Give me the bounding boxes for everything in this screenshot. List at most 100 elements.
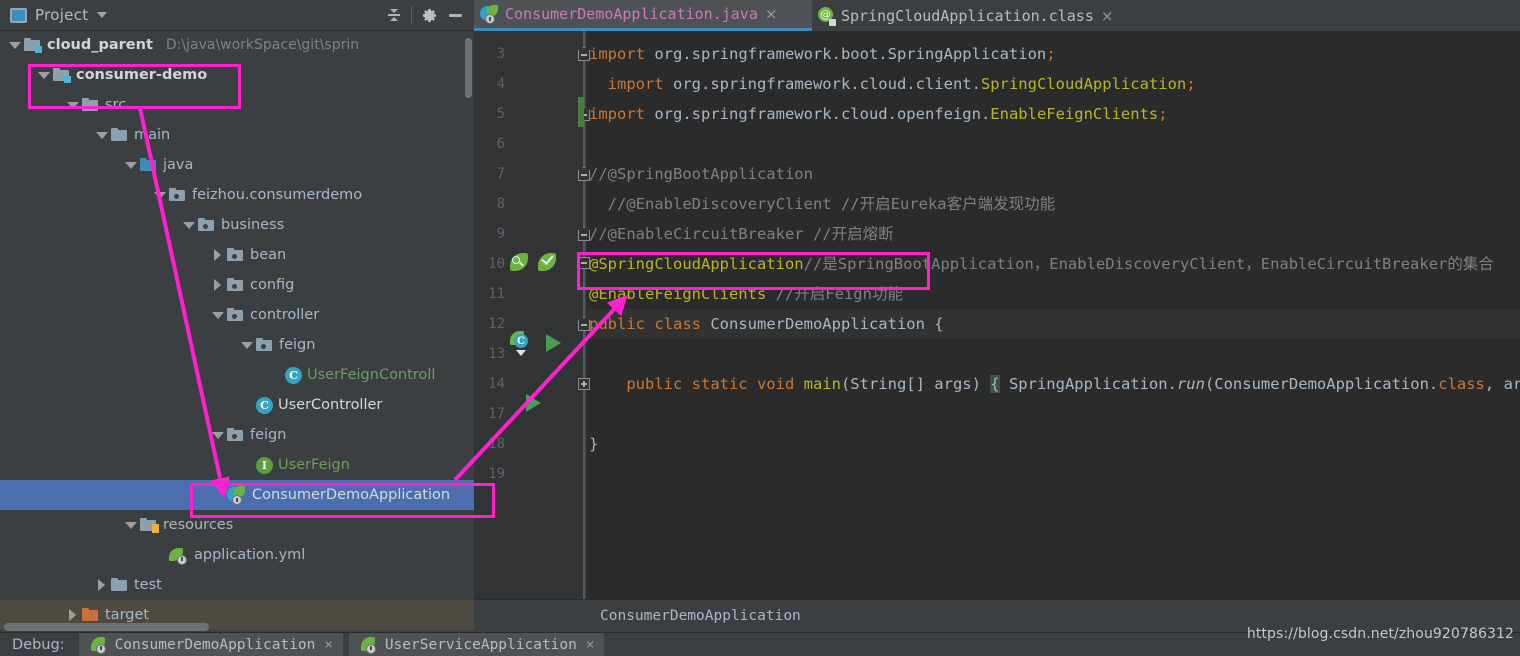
module-icon [53, 68, 71, 83]
code-token: import [589, 75, 673, 93]
line-number: 5 [496, 106, 505, 122]
debug-label: Debug: [12, 636, 65, 653]
spring-run-icon [90, 636, 109, 654]
debug-tab-close-button[interactable]: × [586, 637, 594, 653]
debug-tab-2[interactable]: UserServiceApplication × [348, 633, 605, 656]
tree-item-label: feizhou.consumerdemo [192, 187, 363, 203]
code-token: //是SpringBootApplication，EnableDiscovery… [803, 255, 1494, 273]
editor-tab-1[interactable]: ConsumerDemoApplication.java × [474, 0, 812, 31]
tree-row-main[interactable]: main [0, 120, 474, 150]
code-token: @SpringCloudApplication [589, 255, 804, 273]
spring-bean-search-icon[interactable] [510, 253, 529, 272]
tree-twisty-closed[interactable] [66, 608, 80, 622]
code-editor[interactable]: 3 4 5 6 7 8 9 10 11 12 13 14 17 18 19 import org.sprin… [474, 31, 1520, 599]
run-method-gutter-icon[interactable] [526, 394, 541, 412]
line-number: 10 [488, 256, 505, 272]
code-token: //@EnableCircuitBreaker //开启熔断 [589, 225, 894, 243]
tree-item-label: java [163, 157, 194, 173]
editor-gutter[interactable]: 3 4 5 6 7 8 9 10 11 12 13 14 17 18 19 [474, 31, 587, 599]
tree-twisty-open[interactable] [124, 518, 138, 532]
tree-twisty-open[interactable] [95, 128, 109, 142]
tree-twisty-open[interactable] [182, 218, 196, 232]
project-tree[interactable]: cloud_parent D:\java\workSpace\git\sprinc… [0, 30, 474, 632]
code-token: org.springframework.cloud.client. [673, 75, 981, 93]
tree-row-business[interactable]: business [0, 210, 474, 240]
watermark: https://blog.csdn.net/zhou920786312 [1246, 626, 1514, 642]
tree-row-consumer-demo[interactable]: consumer-demo [0, 60, 474, 90]
tree-row-test[interactable]: test [0, 570, 474, 600]
code-token: org.springframework.boot.SpringApplicati… [654, 45, 1047, 63]
tree-twisty-open[interactable] [124, 158, 138, 172]
chevron-down-icon[interactable] [97, 12, 108, 18]
spring-bean-check-icon[interactable] [538, 252, 557, 272]
collapse-all-button[interactable] [381, 2, 407, 28]
tree-twisty-open[interactable] [66, 98, 80, 112]
code-token: (ConsumerDemoApplication. [1204, 375, 1439, 393]
fold-marker[interactable] [578, 257, 590, 269]
editor-tab-close-button[interactable]: × [765, 5, 778, 23]
project-panel-header: Project [0, 0, 474, 31]
tree-row-userfeigncontroll[interactable]: C UserFeignControll [0, 360, 474, 390]
debug-tab-label: ConsumerDemoApplication [114, 636, 316, 653]
tree-row-feizhou-consumerdemo[interactable]: feizhou.consumerdemo [0, 180, 474, 210]
run-class-gutter-icon[interactable] [546, 334, 561, 352]
tree-row-userfeign[interactable]: I UserFeign [0, 450, 474, 480]
settings-button[interactable] [416, 2, 442, 28]
tree-twisty-open[interactable] [211, 428, 225, 442]
editor-tab-2[interactable]: @ SpringCloudApplication.class × [812, 0, 1184, 31]
minus-icon [448, 13, 462, 17]
debug-tab-1[interactable]: ConsumerDemoApplication × [78, 633, 343, 656]
folder-icon [111, 128, 129, 142]
tree-row-consumerdemoapplication[interactable]: ConsumerDemoApplication [0, 480, 474, 510]
tree-item-label: UserFeign [278, 457, 350, 473]
editor-tab-close-button[interactable]: × [1101, 7, 1114, 25]
tree-row-src[interactable]: src [0, 90, 474, 120]
tree-item-label: consumer-demo [76, 67, 208, 83]
tree-twisty-closed[interactable] [211, 248, 225, 262]
tree-twisty-closed[interactable] [211, 278, 225, 292]
tree-row-config[interactable]: config [0, 270, 474, 300]
tree-item-label: config [250, 277, 295, 293]
tree-twisty-open[interactable] [8, 38, 22, 52]
breadcrumb-label: ConsumerDemoApplication [600, 608, 801, 624]
tree-twisty-closed[interactable] [95, 578, 109, 592]
code-token: @EnableFeignClients [589, 285, 767, 303]
tree-twisty-open[interactable] [153, 188, 167, 202]
tree-row-usercontroller[interactable]: C UserController [0, 390, 474, 420]
tree-twisty-open[interactable] [37, 68, 51, 82]
tree-row-java[interactable]: java [0, 150, 474, 180]
tree-item-label: main [134, 127, 171, 143]
tree-row-controller[interactable]: controller [0, 300, 474, 330]
debug-tab-close-button[interactable]: × [324, 637, 332, 653]
spring-boot-class-gutter-icon[interactable]: C [510, 331, 532, 356]
tree-twisty-open[interactable] [240, 338, 254, 352]
tree-item-label: test [134, 577, 162, 593]
code-token: import [589, 105, 655, 123]
code-content[interactable]: import org.springframework.boot.SpringAp… [587, 31, 1520, 599]
tree-row-application-yml[interactable]: application.yml [0, 540, 474, 570]
tree-twisty-open[interactable] [211, 308, 225, 322]
tree-row-bean[interactable]: bean [0, 240, 474, 270]
code-line-14: public static void main(String[] args) {… [587, 369, 1520, 399]
tree-row-cloud-parent[interactable]: cloud_parent D:\java\workSpace\git\sprin [0, 30, 474, 60]
tree-vertical-scrollbar[interactable] [465, 38, 472, 98]
spring-boot-class-icon [480, 5, 500, 24]
tree-row-resources[interactable]: resources [0, 510, 474, 540]
package-icon [169, 188, 187, 202]
tree-item-label: ConsumerDemoApplication [252, 487, 451, 503]
tree-item-label: feign [250, 427, 287, 443]
package-icon [227, 428, 245, 442]
fold-expand-marker[interactable] [578, 378, 590, 390]
tree-horizontal-scrollbar[interactable] [0, 621, 474, 632]
hide-panel-button[interactable] [442, 2, 468, 28]
tree-row-feign[interactable]: feign [0, 420, 474, 450]
editor-area: ConsumerDemoApplication.java × @ SpringClou… [474, 0, 1520, 632]
tree-row-feign[interactable]: feign [0, 330, 474, 360]
tree-item-label: UserController [278, 397, 383, 413]
line-number: 19 [488, 466, 505, 482]
collapse-all-icon [386, 7, 402, 23]
